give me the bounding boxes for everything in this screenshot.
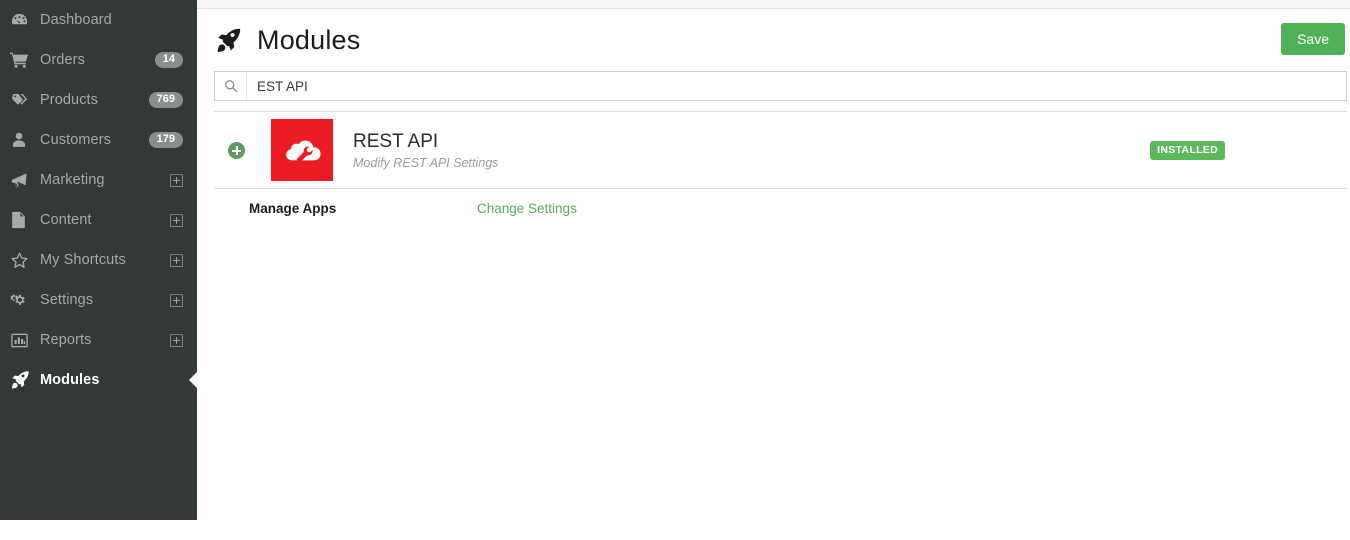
sidebar-item-label: Settings xyxy=(40,292,94,308)
sidebar-item-marketing[interactable]: Marketing xyxy=(0,160,197,200)
bar-chart-icon xyxy=(10,329,40,351)
expand-plus-icon[interactable] xyxy=(170,173,183,187)
sidebar-item-label: Content xyxy=(40,212,92,228)
dashboard-icon xyxy=(10,9,40,31)
manage-apps-link[interactable]: Manage Apps xyxy=(249,201,477,216)
expand-plus-icon[interactable] xyxy=(170,333,183,347)
sidebar-item-label: Marketing xyxy=(40,172,105,188)
module-actions: Manage Apps Change Settings xyxy=(214,189,1347,227)
rocket-icon xyxy=(215,27,242,54)
megaphone-icon xyxy=(10,169,40,191)
gears-icon xyxy=(10,289,40,311)
search-input[interactable] xyxy=(247,73,1346,99)
sidebar: Dashboard Orders 14 Products 769 Custome… xyxy=(0,0,198,520)
page-title-wrap: Modules xyxy=(215,25,360,56)
sidebar-item-label: Modules xyxy=(40,372,100,388)
expand-plus-icon[interactable] xyxy=(170,213,183,227)
expand-plus-icon[interactable] xyxy=(170,293,183,307)
sidebar-badge-orders: 14 xyxy=(154,52,183,68)
sidebar-item-label: Dashboard xyxy=(40,12,112,28)
cloud-wrench-icon xyxy=(286,140,321,163)
sidebar-item-reports[interactable]: Reports xyxy=(0,320,197,360)
save-button[interactable]: Save xyxy=(1281,23,1345,55)
sidebar-item-orders[interactable]: Orders 14 xyxy=(0,40,197,80)
search-icon xyxy=(215,72,247,100)
rocket-icon xyxy=(10,369,40,391)
user-icon xyxy=(10,129,40,151)
sidebar-item-settings[interactable]: Settings xyxy=(0,280,197,320)
sidebar-item-products[interactable]: Products 769 xyxy=(0,80,197,120)
sidebar-item-content[interactable]: Content xyxy=(0,200,197,240)
module-row: REST API Modify REST API Settings INSTAL… xyxy=(214,111,1347,189)
star-icon xyxy=(10,249,40,271)
change-settings-link[interactable]: Change Settings xyxy=(477,201,577,216)
module-description: Modify REST API Settings xyxy=(353,156,499,171)
sidebar-item-label: Products xyxy=(40,92,99,108)
plus-circle-icon[interactable] xyxy=(228,141,245,159)
main-content: Modules Save REST API xyxy=(197,9,1350,540)
module-list: REST API Modify REST API Settings INSTAL… xyxy=(214,111,1347,227)
sidebar-item-label: Reports xyxy=(40,332,92,348)
sidebar-item-label: Customers xyxy=(40,132,111,148)
search-bar[interactable] xyxy=(214,71,1347,101)
sidebar-item-dashboard[interactable]: Dashboard xyxy=(0,0,197,40)
module-thumbnail[interactable] xyxy=(271,119,333,181)
document-icon xyxy=(10,209,40,231)
cart-icon xyxy=(10,49,40,71)
sidebar-item-my-shortcuts[interactable]: My Shortcuts xyxy=(0,240,197,280)
sidebar-item-label: My Shortcuts xyxy=(40,252,126,268)
sidebar-badge-customers: 179 xyxy=(148,132,183,148)
module-info: REST API Modify REST API Settings xyxy=(353,130,1150,171)
top-strip xyxy=(197,0,1350,9)
sidebar-item-modules[interactable]: Modules xyxy=(0,360,198,400)
module-name: REST API xyxy=(353,130,439,152)
sidebar-item-customers[interactable]: Customers 179 xyxy=(0,120,197,160)
page-title: Modules xyxy=(257,24,361,55)
app-root: Dashboard Orders 14 Products 769 Custome… xyxy=(0,0,1350,540)
page-header: Modules Save xyxy=(197,9,1350,71)
status-badge: INSTALLED xyxy=(1150,140,1225,160)
sidebar-item-label: Orders xyxy=(40,52,85,68)
sidebar-badge-products: 769 xyxy=(148,92,183,108)
expand-plus-icon[interactable] xyxy=(170,253,183,267)
tag-icon xyxy=(10,89,40,111)
